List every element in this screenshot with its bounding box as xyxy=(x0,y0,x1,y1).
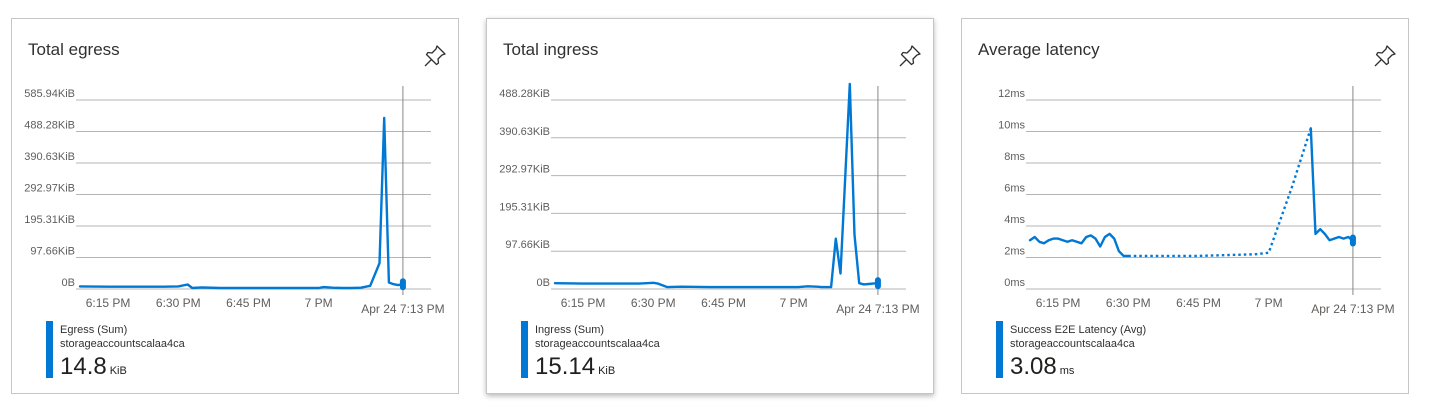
cursor-label: Apr 24 7:13 PM xyxy=(836,302,919,316)
chart: 0B 97.66KiB 195.31KiB 292.97KiB 390.63KiB 488… xyxy=(24,86,445,316)
legend-series-name: Success E2E Latency (Avg) xyxy=(1010,324,1147,336)
y-tick-label: 10ms xyxy=(998,120,1025,132)
cursor-label: Apr 24 7:13 PM xyxy=(361,302,444,316)
x-tick-label: 6:15 PM xyxy=(561,296,606,310)
legend-resource-name: storageaccountscalaa4ca xyxy=(1010,338,1135,350)
y-tick-label: 12ms xyxy=(998,88,1025,100)
y-tick-label: 97.66KiB xyxy=(505,239,550,251)
x-tick-label: 6:30 PM xyxy=(156,296,201,310)
y-tick-label: 195.31KiB xyxy=(499,201,550,213)
tile-total-egress[interactable]: Total egress 0B 97.66KiB 195.31KiB 292.97Ki… xyxy=(11,18,459,394)
y-tick-label: 390.63KiB xyxy=(499,126,550,138)
legend-value-number: 15.14 xyxy=(535,353,596,380)
legend-color-bar xyxy=(46,321,53,378)
chart: 0B 97.66KiB 195.31KiB 292.97KiB 390.63KiB 488… xyxy=(499,82,920,316)
series-line xyxy=(78,116,405,290)
series-line xyxy=(1128,127,1312,258)
x-tick-label: 6:15 PM xyxy=(86,296,131,310)
series-line xyxy=(553,82,880,289)
legend-color-bar xyxy=(521,321,528,378)
legend-value-unit: KiB xyxy=(109,365,127,377)
cursor-marker xyxy=(1349,234,1356,247)
y-tick-label: 292.97KiB xyxy=(499,164,550,176)
y-tick-label: 195.31KiB xyxy=(24,214,75,226)
y-tick-label: 0ms xyxy=(1004,277,1025,289)
legend-color-bar xyxy=(996,321,1003,378)
y-tick-label: 390.63KiB xyxy=(24,151,75,163)
y-tick-label: 585.94KiB xyxy=(24,88,75,100)
y-tick-label: 4ms xyxy=(1004,214,1025,226)
legend-value-unit: KiB xyxy=(598,365,616,377)
legend-resource-name: storageaccountscalaa4ca xyxy=(60,338,185,350)
y-tick-label: 6ms xyxy=(1004,183,1025,195)
y-tick-label: 2ms xyxy=(1004,246,1025,258)
y-tick-label: 8ms xyxy=(1004,151,1025,163)
legend-value-number: 3.08 xyxy=(1010,353,1057,380)
x-tick-label: 6:45 PM xyxy=(1176,296,1221,310)
chart: 0ms 2ms 4ms 6ms 8ms 10ms 12ms 6:15 PM 6:30 PM 6:4… xyxy=(998,86,1395,316)
series-line xyxy=(1309,127,1355,242)
y-tick-label: 488.28KiB xyxy=(499,88,550,100)
cursor-marker xyxy=(399,278,406,291)
x-tick-label: 7 PM xyxy=(780,296,808,310)
legend-resource-name: storageaccountscalaa4ca xyxy=(535,338,660,350)
legend-value: 15.14 KiB xyxy=(535,353,615,381)
x-tick-label: 6:15 PM xyxy=(1036,296,1081,310)
series-line xyxy=(1028,232,1130,258)
legend-series-name: Egress (Sum) xyxy=(60,324,128,336)
y-tick-label: 292.97KiB xyxy=(24,183,75,195)
cursor-label: Apr 24 7:13 PM xyxy=(1311,302,1394,316)
x-tick-label: 7 PM xyxy=(1255,296,1283,310)
cursor-marker xyxy=(874,277,881,290)
y-tick-label: 488.28KiB xyxy=(24,120,75,132)
legend-series-name: Ingress (Sum) xyxy=(535,324,605,336)
y-tick-label: 0B xyxy=(537,277,550,289)
y-tick-label: 97.66KiB xyxy=(30,245,75,257)
y-tick-label: 0B xyxy=(62,277,75,289)
x-tick-label: 6:45 PM xyxy=(226,296,271,310)
legend-value-unit: ms xyxy=(1059,365,1075,377)
x-tick-label: 6:30 PM xyxy=(631,296,676,310)
x-tick-label: 6:30 PM xyxy=(1106,296,1151,310)
tile-total-ingress[interactable]: Total ingress 0B 97.66KiB 195.31KiB 292.97K… xyxy=(486,18,934,394)
tile-average-latency[interactable]: Average latency 0ms 2ms 4ms 6ms 8ms 10ms 12ms 6… xyxy=(961,18,1409,394)
legend-value-number: 14.8 xyxy=(60,353,107,380)
x-tick-label: 7 PM xyxy=(305,296,333,310)
legend-value: 14.8 KiB xyxy=(60,353,127,381)
x-tick-label: 6:45 PM xyxy=(701,296,746,310)
legend-value: 3.08 ms xyxy=(1010,353,1074,381)
